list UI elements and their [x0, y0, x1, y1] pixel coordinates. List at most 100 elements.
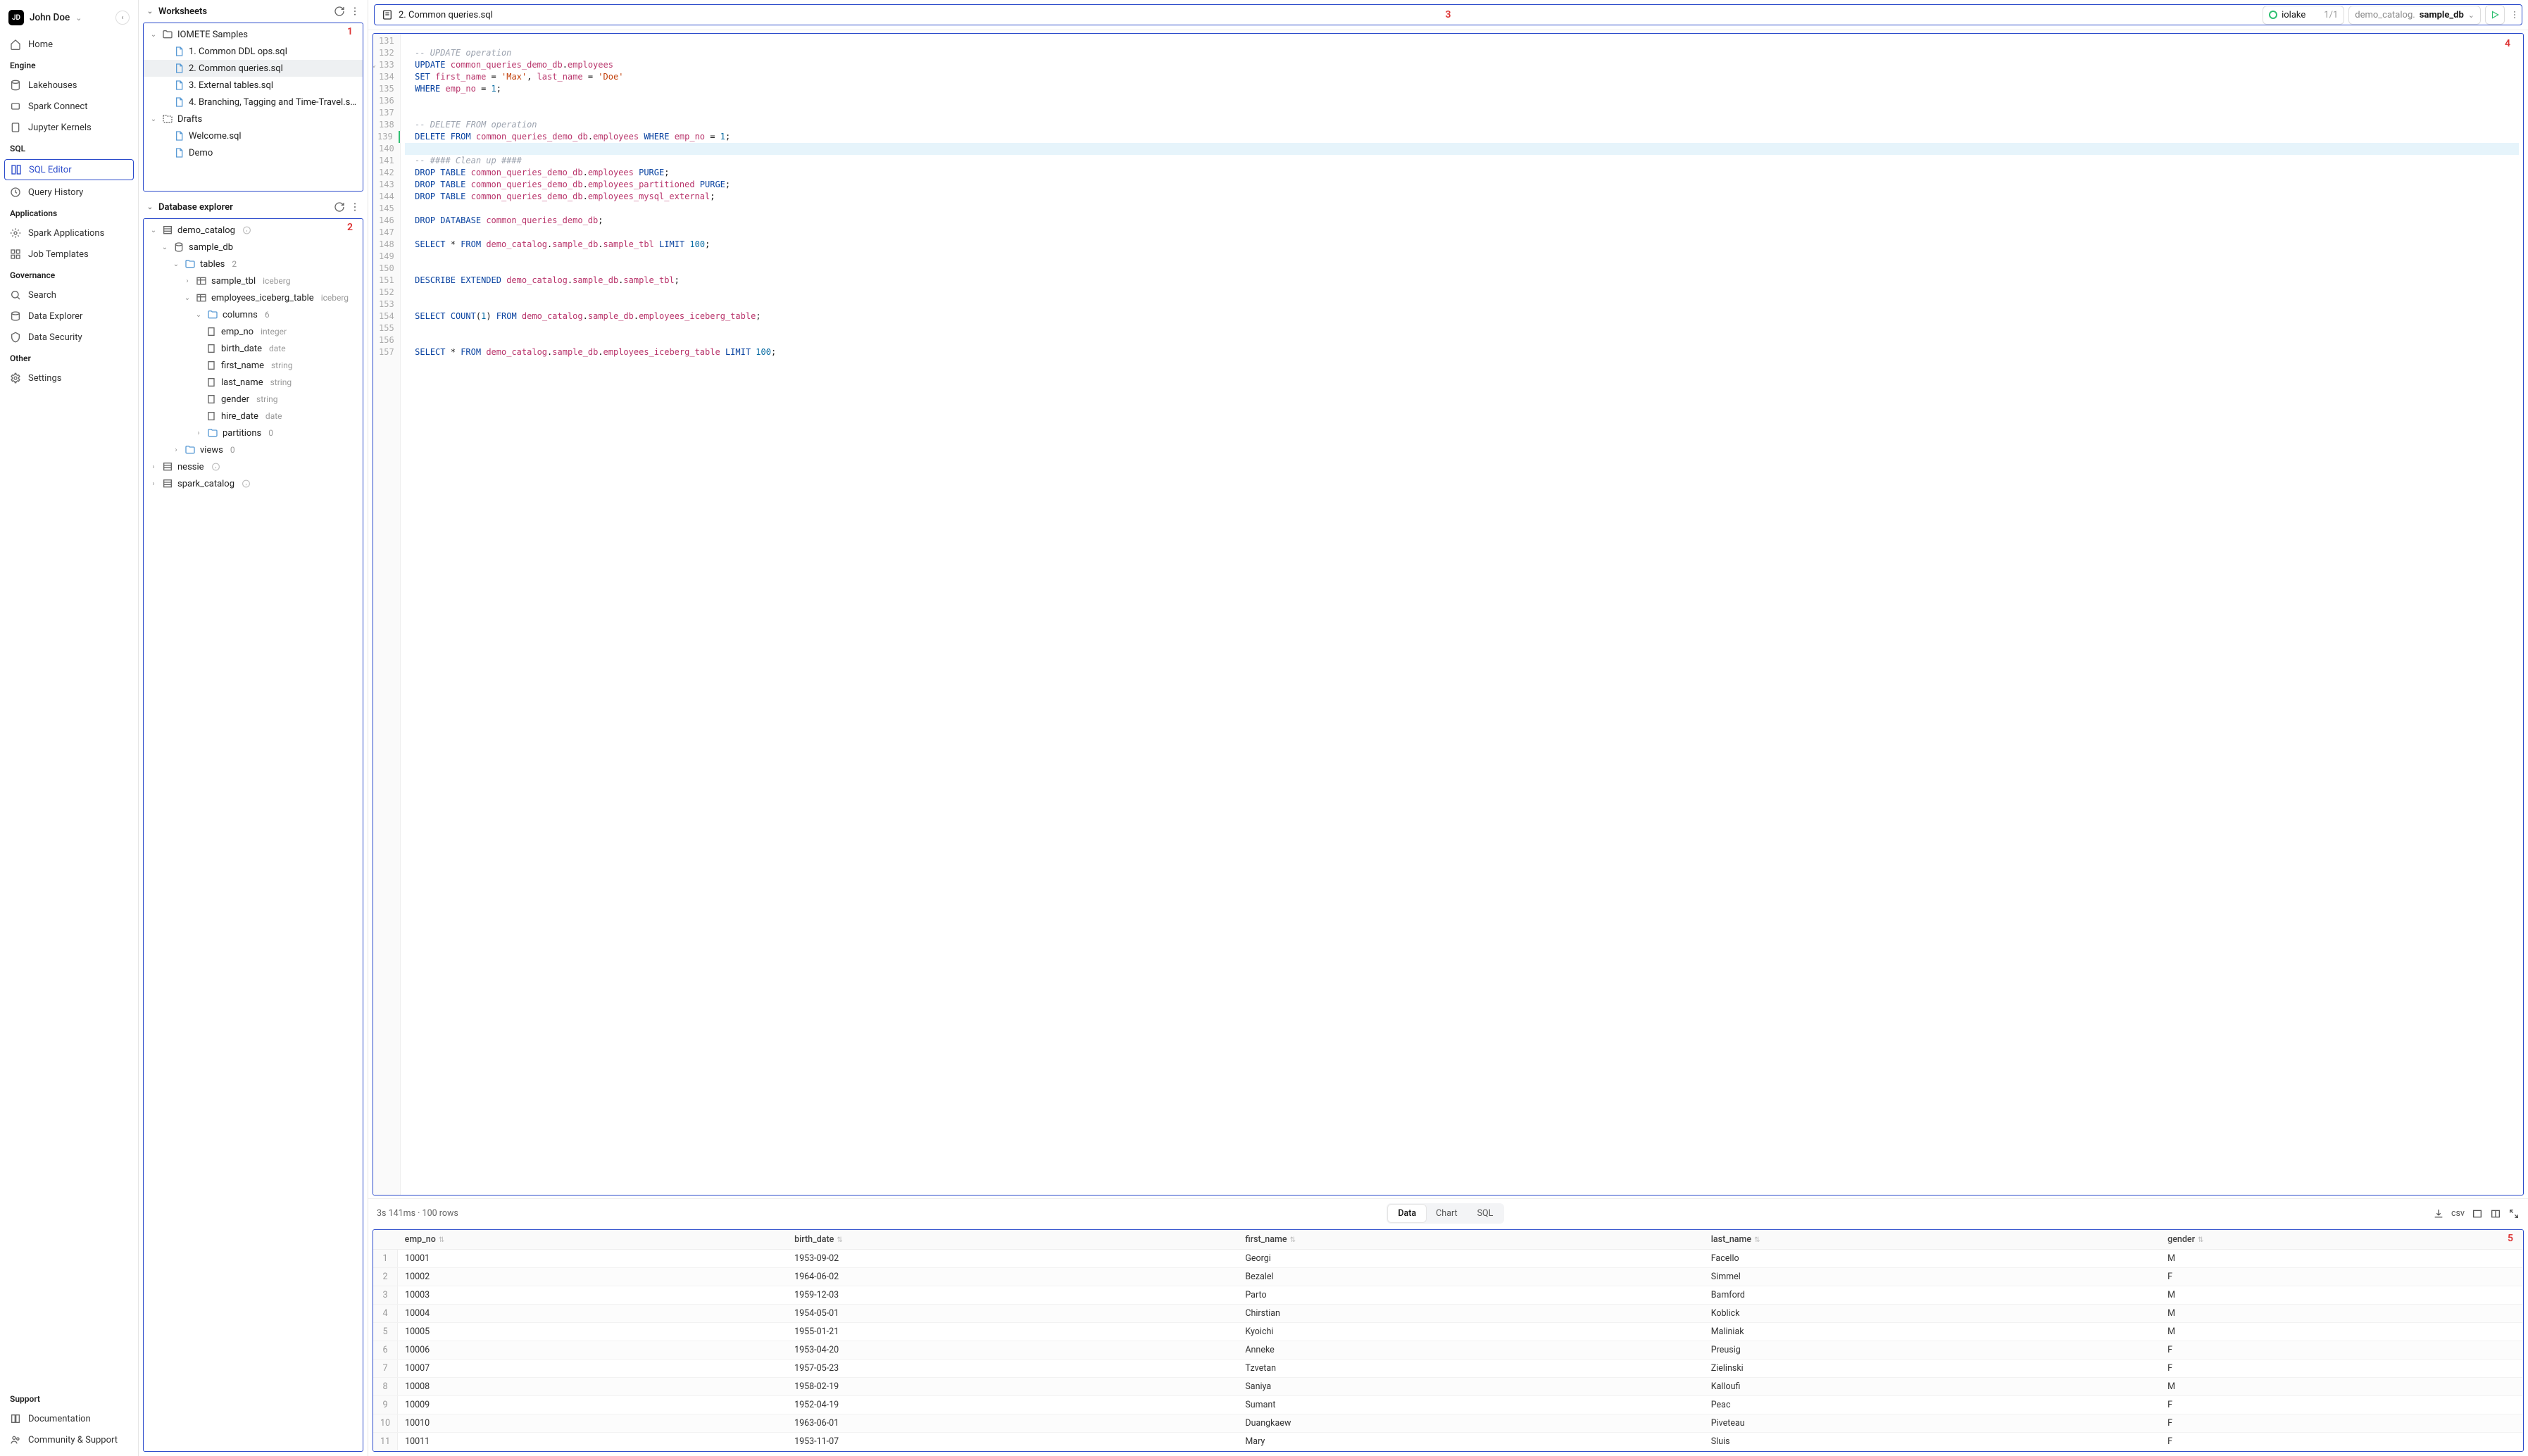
home-icon [10, 39, 21, 50]
table-row[interactable]: 9100091952-04-19SumantPeacF [373, 1396, 2523, 1414]
column-header[interactable]: birth_date⇅ [787, 1230, 1238, 1250]
layout-split-icon[interactable] [2490, 1208, 2501, 1219]
tab-sql[interactable]: SQL [1468, 1205, 1503, 1222]
results-grid[interactable]: emp_no⇅birth_date⇅first_name⇅last_name⇅g… [373, 1230, 2523, 1451]
toolbar-more-button[interactable] [2508, 5, 2522, 25]
tab-chart[interactable]: Chart [1426, 1205, 1467, 1222]
table-row[interactable]: 10100101963-06-01DuangkaewPiveteauF [373, 1414, 2523, 1433]
columns-node[interactable]: ⌄ columns 6 [144, 306, 363, 323]
folder-icon [162, 29, 173, 40]
db-explorer-header[interactable]: ⌄ Database explorer [139, 196, 368, 218]
expand-icon[interactable] [2508, 1208, 2520, 1219]
nav-job-templates[interactable]: Job Templates [0, 244, 138, 265]
worksheet-file[interactable]: 3. External tables.sql [144, 77, 363, 94]
catalog-selector[interactable]: demo_catalog.sample_db ⌄ [2348, 6, 2481, 25]
code-editor[interactable]: 4 13113213313413513613713813914014114214… [373, 33, 2524, 1195]
table-row[interactable]: 6100061953-04-20AnnekePreusigF [373, 1341, 2523, 1360]
table-row[interactable]: 2100021964-06-02BezalelSimmelF [373, 1268, 2523, 1286]
table-employees-iceberg[interactable]: ⌄ employees_iceberg_table iceberg [144, 289, 363, 306]
refresh-icon[interactable] [334, 6, 345, 17]
database-sample-db[interactable]: ⌄ sample_db [144, 239, 363, 256]
draft-file[interactable]: Welcome.sql [144, 127, 363, 144]
catalog-nessie[interactable]: › nessie [144, 458, 363, 475]
table-row[interactable]: 3100031959-12-03PartoBamfordM [373, 1286, 2523, 1305]
cell: 10008 [398, 1378, 788, 1396]
run-button[interactable] [2485, 5, 2505, 25]
table-sample-tbl[interactable]: › sample_tbl iceberg [144, 272, 363, 289]
nav-data-security[interactable]: Data Security [0, 327, 138, 348]
table-row[interactable]: 5100051955-01-21KyoichiMaliniakM [373, 1323, 2523, 1341]
nav-label: Query History [28, 187, 83, 198]
column-item[interactable]: birth_datedate [144, 340, 363, 357]
worksheet-file[interactable]: 2. Common queries.sql [144, 60, 363, 77]
info-icon[interactable] [211, 461, 220, 472]
column-header[interactable]: gender⇅ [2160, 1230, 2523, 1250]
nav-spark-connect[interactable]: Spark Connect [0, 96, 138, 117]
table-row[interactable]: 1100011953-09-02GeorgiFacelloM [373, 1250, 2523, 1268]
active-file-tab[interactable]: 2. Common queries.sql [375, 5, 500, 25]
catalog-demo[interactable]: ⌄ demo_catalog [144, 222, 363, 239]
cell: 1963-06-01 [787, 1414, 1238, 1433]
sql-file-icon [173, 96, 184, 108]
folder-iomete-samples[interactable]: ⌄ IOMETE Samples [144, 26, 363, 43]
info-icon[interactable] [242, 225, 251, 236]
refresh-icon[interactable] [334, 201, 345, 213]
export-format[interactable]: csv [2451, 1208, 2465, 1219]
sql-file-icon [173, 147, 184, 158]
column-header[interactable]: emp_no⇅ [398, 1230, 788, 1250]
worksheets-header[interactable]: ⌄ Worksheets [139, 0, 368, 23]
table-row[interactable]: 8100081958-02-19SaniyaKalloufiM [373, 1378, 2523, 1396]
nav-data-explorer[interactable]: Data Explorer [0, 306, 138, 327]
worksheet-file[interactable]: 1. Common DDL ops.sql [144, 43, 363, 60]
column-item[interactable]: first_namestring [144, 357, 363, 374]
tab-data[interactable]: Data [1388, 1205, 1426, 1222]
worksheet-file[interactable]: 4. Branching, Tagging and Time-Travel.sq… [144, 94, 363, 111]
info-icon[interactable] [242, 478, 251, 489]
catalog-spark[interactable]: › spark_catalog [144, 475, 363, 492]
layout-single-icon[interactable] [2472, 1208, 2483, 1219]
nav-settings[interactable]: Settings [0, 368, 138, 389]
draft-file[interactable]: Demo [144, 144, 363, 161]
book-icon [10, 1413, 21, 1424]
db-label: sample_db [189, 242, 233, 253]
table-row[interactable]: 11100111953-11-07MarySluisF [373, 1433, 2523, 1451]
nav-documentation[interactable]: Documentation [0, 1408, 138, 1429]
compute-selector[interactable]: iolake 1/1 [2263, 6, 2344, 25]
column-name: birth_date [221, 344, 262, 354]
tables-node[interactable]: ⌄ tables 2 [144, 256, 363, 272]
table-row[interactable]: 4100041954-05-01ChirstianKoblickM [373, 1305, 2523, 1323]
column-header[interactable]: last_name⇅ [1704, 1230, 2160, 1250]
nav-community[interactable]: Community & Support [0, 1429, 138, 1450]
nav-home[interactable]: Home [0, 34, 138, 55]
nav-search[interactable]: Search [0, 284, 138, 306]
section-engine: Engine [0, 55, 138, 75]
nav-query-history[interactable]: Query History [0, 182, 138, 203]
folder-drafts[interactable]: ⌄ Drafts [144, 111, 363, 127]
views-node[interactable]: › views 0 [144, 441, 363, 458]
nav-spark-apps[interactable]: Spark Applications [0, 222, 138, 244]
column-header[interactable]: first_name⇅ [1238, 1230, 1703, 1250]
panel-title: Worksheets [158, 6, 207, 17]
column-item[interactable]: emp_nointeger [144, 323, 363, 340]
nav-label: SQL Editor [29, 165, 72, 175]
column-item[interactable]: last_namestring [144, 374, 363, 391]
collapse-sidebar-button[interactable]: ‹ [115, 11, 130, 25]
column-item[interactable]: hire_datedate [144, 408, 363, 425]
section-sql: SQL [0, 138, 138, 158]
nav-jupyter[interactable]: Jupyter Kernels [0, 117, 138, 138]
cell: 10002 [398, 1268, 788, 1286]
cell: 10007 [398, 1360, 788, 1378]
more-icon[interactable] [349, 201, 361, 213]
download-icon[interactable] [2433, 1208, 2444, 1219]
row-number: 3 [373, 1286, 398, 1305]
annotation-3: 3 [1446, 9, 1451, 20]
partitions-node[interactable]: › partitions 0 [144, 425, 363, 441]
views-label: views [200, 445, 223, 456]
user-menu[interactable]: JD John Doe ⌄ ‹ [0, 6, 138, 34]
nav-lakehouses[interactable]: Lakehouses [0, 75, 138, 96]
nav-sql-editor[interactable]: SQL Editor [4, 159, 134, 180]
column-item[interactable]: genderstring [144, 391, 363, 408]
code-area[interactable]: -- UPDATE operation UPDATE common_querie… [401, 34, 2523, 1195]
more-icon[interactable] [349, 6, 361, 17]
table-row[interactable]: 7100071957-05-23TzvetanZielinskiF [373, 1360, 2523, 1378]
